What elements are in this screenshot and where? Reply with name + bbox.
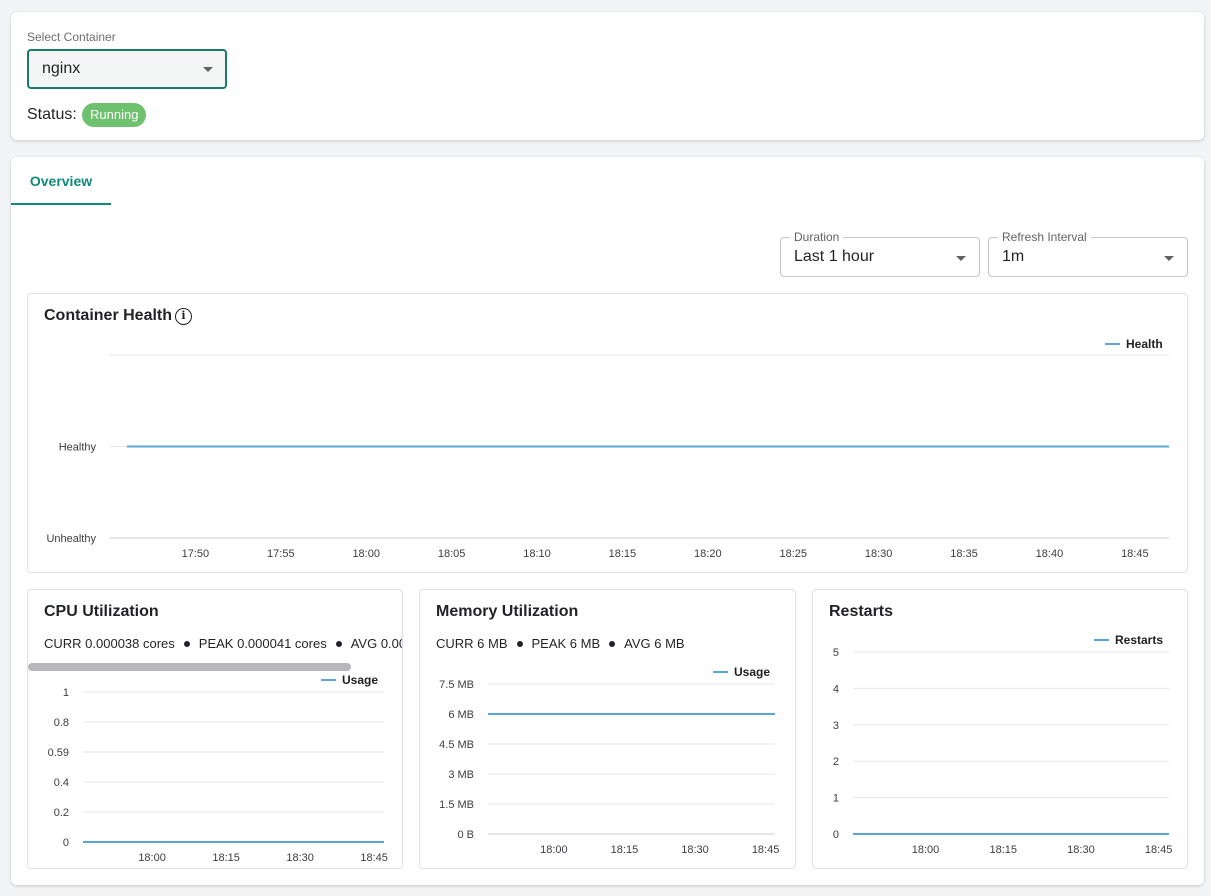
container-card: Select Container nginx Status: Running bbox=[11, 12, 1204, 140]
horizontal-scrollbar[interactable] bbox=[28, 663, 351, 671]
x-tick-label: 18:40 bbox=[1036, 548, 1064, 560]
x-tick-label: 18:45 bbox=[1145, 844, 1173, 856]
x-tick-label: 18:25 bbox=[779, 548, 807, 560]
chevron-down-icon bbox=[1164, 256, 1174, 261]
duration-label: Duration bbox=[790, 230, 844, 244]
stat-avg: AVG 6 MB bbox=[624, 636, 685, 651]
restarts-chart: 5 4 3 2 1 0 18:00 18:15 18:30 18:45 Restarts bbox=[833, 633, 1173, 856]
memory-chart: 7.5 MB 6 MB 4.5 MB 3 MB 1.5 MB 0 B 18:00 18:15 1… bbox=[439, 665, 780, 856]
y-tick-label: 1 bbox=[63, 687, 69, 699]
x-tick-label: 18:45 bbox=[752, 844, 780, 856]
chevron-down-icon bbox=[956, 256, 966, 261]
x-tick-label: 17:55 bbox=[267, 548, 295, 560]
stat-avg: AVG 0.000 bbox=[350, 636, 402, 651]
y-tick-label: Healthy bbox=[59, 442, 97, 454]
y-tick-label: 0.4 bbox=[54, 777, 69, 789]
memory-utilization-panel: 7.5 MB 6 MB 4.5 MB 3 MB 1.5 MB 0 B 18:00 18:15 1… bbox=[419, 589, 796, 869]
chevron-down-icon bbox=[203, 67, 213, 72]
status-badge: Running bbox=[82, 103, 147, 127]
y-tick-label: 1.5 MB bbox=[439, 799, 474, 811]
separator-dot bbox=[335, 640, 342, 647]
x-tick-label: 18:45 bbox=[1121, 548, 1149, 560]
refresh-interval-select[interactable]: Refresh Interval 1m bbox=[988, 230, 1188, 277]
restarts-panel: 5 4 3 2 1 0 18:00 18:15 18:30 18:45 Restarts Resta… bbox=[812, 589, 1188, 869]
x-tick-label: 18:10 bbox=[523, 548, 551, 560]
container-select-value: nginx bbox=[42, 60, 81, 77]
x-tick-label: 18:15 bbox=[611, 844, 639, 856]
y-tick-label: 4 bbox=[833, 683, 839, 695]
x-tick-label: 18:45 bbox=[360, 852, 388, 864]
y-tick-label: 3 bbox=[833, 720, 839, 732]
y-tick-label: 4.5 MB bbox=[439, 739, 474, 751]
panel-title: Container Health bbox=[44, 307, 173, 324]
x-tick-label: 18:00 bbox=[352, 548, 380, 560]
y-tick-label: 0 bbox=[63, 837, 69, 849]
x-tick-label: 18:30 bbox=[1067, 844, 1095, 856]
x-tick-label: 18:30 bbox=[865, 548, 893, 560]
refresh-interval-value: 1m bbox=[1002, 248, 1025, 265]
stat-peak: PEAK 0.000041 cores bbox=[198, 636, 327, 651]
stat-curr: CURR 0.000038 cores bbox=[44, 636, 175, 651]
separator-dot bbox=[609, 640, 616, 647]
memory-stats: CURR 6 MB PEAK 6 MB AVG 6 MB bbox=[436, 636, 685, 651]
x-tick-label: 18:30 bbox=[286, 852, 314, 864]
status-label: Status: bbox=[27, 106, 77, 123]
y-tick-label: 7.5 MB bbox=[439, 679, 474, 691]
stat-curr: CURR 6 MB bbox=[436, 636, 508, 651]
panel-title: Restarts bbox=[829, 603, 894, 620]
separator-dot bbox=[516, 640, 523, 647]
panel-title: Memory Utilization bbox=[436, 603, 579, 620]
y-tick-label: 2 bbox=[833, 756, 839, 768]
x-tick-label: 18:15 bbox=[212, 852, 240, 864]
x-tick-label: 18:15 bbox=[989, 844, 1017, 856]
cpu-utilization-panel: 1 0.8 0.59 0.4 0.2 0 18:00 18:15 18:30 18:45 Usage… bbox=[27, 589, 403, 869]
cpu-chart: 1 0.8 0.59 0.4 0.2 0 18:00 18:15 18:30 18:45 Usage bbox=[48, 673, 388, 864]
x-tick-label: 18:00 bbox=[912, 844, 940, 856]
y-tick-label: 0.2 bbox=[54, 807, 69, 819]
legend-label: Usage bbox=[342, 673, 378, 687]
x-tick-label: 18:15 bbox=[609, 548, 637, 560]
x-tick-label: 17:50 bbox=[182, 548, 210, 560]
y-tick-label: 0.8 bbox=[54, 717, 69, 729]
x-tick-label: 18:30 bbox=[681, 844, 709, 856]
y-tick-label: 1 bbox=[833, 793, 839, 805]
container-select[interactable]: nginx bbox=[27, 49, 227, 89]
x-tick-label: 18:35 bbox=[950, 548, 978, 560]
panel-title: CPU Utilization bbox=[44, 603, 159, 620]
stat-peak: PEAK 6 MB bbox=[531, 636, 601, 651]
legend-label: Restarts bbox=[1115, 633, 1163, 647]
y-tick-label: Unhealthy bbox=[46, 533, 96, 545]
y-tick-label: 0 bbox=[833, 829, 839, 841]
separator-dot bbox=[183, 640, 190, 647]
duration-select[interactable]: Duration Last 1 hour bbox=[780, 230, 980, 277]
duration-value: Last 1 hour bbox=[794, 248, 875, 265]
legend-label: Usage bbox=[734, 665, 770, 679]
legend-label: Health bbox=[1126, 337, 1163, 351]
tab-overview[interactable]: Overview bbox=[11, 157, 111, 205]
refresh-interval-label: Refresh Interval bbox=[998, 230, 1091, 244]
y-tick-label: 6 MB bbox=[448, 709, 474, 721]
x-tick-label: 18:00 bbox=[138, 852, 166, 864]
y-tick-label: 0 B bbox=[457, 829, 474, 841]
x-tick-label: 18:00 bbox=[540, 844, 568, 856]
overview-card: Overview Duration Last 1 hour Refresh In… bbox=[11, 157, 1204, 885]
cpu-stats: CURR 0.000038 cores PEAK 0.000041 cores AV… bbox=[44, 636, 402, 651]
y-tick-label: 5 bbox=[833, 647, 839, 659]
x-tick-label: 18:20 bbox=[694, 548, 722, 560]
health-chart: Healthy Unhealthy 17:50 17:55 18:00 18:05 18:1… bbox=[46, 337, 1169, 560]
info-icon[interactable]: i bbox=[175, 308, 192, 325]
select-container-label: Select Container bbox=[27, 30, 116, 44]
container-health-panel: Healthy Unhealthy 17:50 17:55 18:00 18:05 18:1… bbox=[27, 293, 1188, 573]
y-tick-label: 3 MB bbox=[448, 769, 474, 781]
x-tick-label: 18:05 bbox=[438, 548, 466, 560]
y-tick-label: 0.59 bbox=[48, 747, 69, 759]
